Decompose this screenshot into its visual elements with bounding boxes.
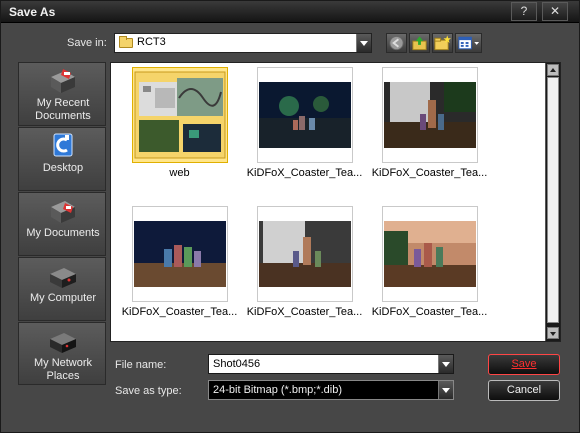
file-name-label: KiDFoX_Coaster_Tea...	[371, 306, 488, 318]
recent-documents-icon	[51, 69, 75, 93]
place-label: My Recent Documents	[35, 97, 91, 122]
image-icon	[259, 221, 351, 287]
scroll-up-button[interactable]	[547, 64, 559, 76]
save-as-type-dropdown[interactable]: 24-bit Bitmap (*.bmp;*.dib)	[208, 380, 454, 400]
file-name-field[interactable]: Shot0456	[208, 354, 454, 374]
new-folder-button[interactable]	[432, 33, 453, 53]
image-icon	[384, 221, 476, 287]
list-item[interactable]: KiDFoX_Coaster_Tea...	[361, 67, 487, 187]
place-my-computer[interactable]: My Computer	[18, 257, 106, 321]
scroll-thumb[interactable]	[547, 77, 559, 323]
image-thumbnail	[257, 67, 353, 163]
file-name-label: KiDFoX_Coaster_Tea...	[121, 306, 238, 318]
place-label: My Documents	[26, 227, 100, 239]
views-menu-icon	[458, 36, 480, 50]
save-in-label: Save in:	[67, 37, 107, 49]
chevron-down-icon[interactable]	[438, 381, 453, 399]
list-item[interactable]: web	[111, 67, 231, 187]
place-my-documents[interactable]: My Documents	[18, 192, 106, 256]
image-thumbnail	[257, 206, 353, 302]
image-icon	[134, 221, 226, 287]
file-name-label: KiDFoX_Coaster_Tea...	[371, 167, 488, 179]
network-places-icon	[50, 333, 76, 353]
save-in-value: RCT3	[137, 36, 166, 48]
save-button[interactable]: Save	[488, 354, 560, 375]
image-icon	[259, 82, 351, 148]
folder-icon	[133, 68, 227, 162]
desktop-icon	[53, 133, 73, 157]
my-documents-icon	[51, 201, 75, 223]
save-as-type-label: Save as type:	[115, 385, 182, 397]
place-my-recent-documents[interactable]: My Recent Documents	[18, 62, 106, 126]
place-desktop[interactable]: Desktop	[18, 127, 106, 191]
help-button[interactable]: ?	[511, 2, 537, 21]
save-as-dialog: Save As ? ✕ Save in: RCT3 My Recent Docu…	[0, 0, 580, 433]
chevron-down-icon[interactable]	[356, 34, 371, 52]
folder-icon	[119, 36, 133, 48]
cancel-button[interactable]: Cancel	[488, 380, 560, 401]
up-one-level-icon	[412, 36, 427, 51]
list-item[interactable]: KiDFoX_Coaster_Tea...	[111, 206, 237, 326]
list-item[interactable]: KiDFoX_Coaster_Tea...	[361, 206, 487, 326]
image-icon	[384, 82, 476, 148]
save-in-dropdown[interactable]: RCT3	[114, 33, 372, 53]
back-arrow-icon	[389, 35, 404, 51]
back-button[interactable]	[386, 33, 407, 53]
places-bar: My Recent Documents Desktop My Documents	[18, 62, 106, 385]
folder-thumbnail	[132, 67, 228, 163]
place-label: Desktop	[42, 162, 84, 174]
list-item[interactable]: KiDFoX_Coaster_Tea...	[236, 67, 362, 187]
up-one-level-button[interactable]	[409, 33, 430, 53]
my-computer-icon	[50, 268, 76, 288]
place-my-network-places[interactable]: My Network Places	[18, 322, 106, 385]
close-button[interactable]: ✕	[542, 2, 568, 21]
image-thumbnail	[382, 67, 478, 163]
file-name-label: File name:	[115, 359, 167, 371]
dialog-title: Save As	[9, 5, 56, 19]
file-name-value[interactable]: Shot0456	[213, 358, 260, 370]
new-folder-icon	[434, 35, 452, 51]
list-item[interactable]: KiDFoX_Coaster_Tea...	[236, 206, 362, 326]
title-bar[interactable]: Save As ? ✕	[1, 1, 579, 23]
file-name-label: KiDFoX_Coaster_Tea...	[246, 306, 363, 318]
scroll-down-button[interactable]	[547, 327, 559, 339]
vertical-scrollbar[interactable]	[545, 63, 560, 341]
file-name-label: web	[169, 167, 190, 179]
save-as-type-value: 24-bit Bitmap (*.bmp;*.dib)	[213, 384, 342, 396]
image-thumbnail	[132, 206, 228, 302]
image-thumbnail	[382, 206, 478, 302]
place-label: My Computer	[29, 292, 97, 304]
place-label: My Network Places	[33, 357, 93, 382]
chevron-down-icon[interactable]	[438, 355, 453, 373]
file-name-label: KiDFoX_Coaster_Tea...	[246, 167, 363, 179]
views-menu-button[interactable]	[455, 33, 482, 53]
file-list[interactable]: web KiDFoX_Coaster_Tea... KiDFoX_Coaster…	[110, 62, 561, 342]
